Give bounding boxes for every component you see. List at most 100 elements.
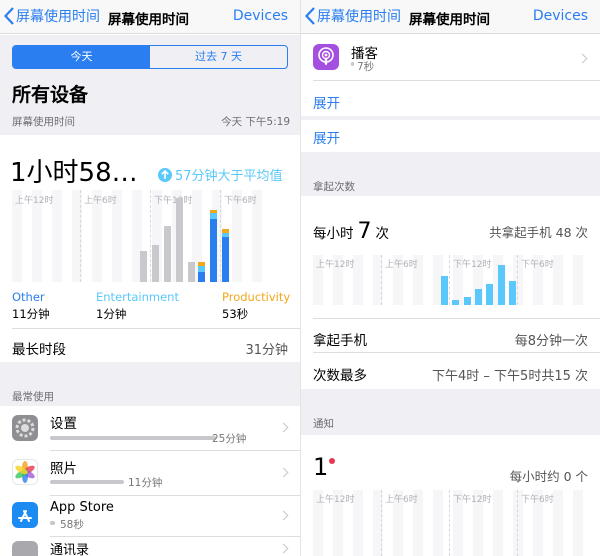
back-label: 屏幕使用时间 — [317, 9, 401, 25]
app-row-podcasts[interactable]: 播客 7秒 — [301, 38, 600, 80]
app-time: 58秒 — [60, 519, 84, 531]
pickup-bar — [464, 297, 471, 305]
usage-bar-segment — [222, 237, 229, 282]
total-time: 1小时58… — [10, 158, 138, 188]
pickup-frequency-label: 拿起手机 — [313, 333, 367, 349]
expand-button[interactable]: 展开 — [313, 127, 340, 147]
pickup-bar — [441, 275, 448, 305]
most-pickups-value: 下午4时 – 下午5时共15 次 — [432, 369, 588, 384]
usage-bar — [50, 521, 55, 525]
right-screen: 屏幕使用时间 屏幕使用时间 Devices 播客 7秒 展开 展开 拿起次数 每… — [300, 0, 600, 556]
category-name: Other — [12, 290, 45, 304]
usage-bar-segment — [210, 218, 217, 282]
podcasts-icon — [313, 44, 339, 70]
usage-bar-segment — [198, 261, 205, 266]
pickups-chart — [313, 255, 589, 305]
usage-bar — [351, 62, 354, 66]
devices-button[interactable]: Devices — [533, 8, 588, 24]
nav-title: 屏幕使用时间 — [409, 12, 490, 28]
page-title: 所有设备 — [12, 84, 89, 106]
photos-icon — [12, 459, 38, 485]
app-time: 7秒 — [357, 61, 375, 73]
app-row-settings[interactable]: 设置 25分钟 — [0, 406, 300, 450]
most-pickups-label: 次数最多 — [313, 368, 367, 384]
notifications-per-hour: 每小时约 0 个 — [509, 469, 588, 484]
chevron-left-icon — [4, 7, 14, 25]
app-store-icon — [12, 502, 38, 528]
category-value: 1分钟 — [96, 307, 127, 321]
usage-bar-segment — [198, 271, 205, 282]
category-value: 53秒 — [222, 307, 249, 321]
left-screen: 屏幕使用时间 屏幕使用时间 Devices 今天 过去 7 天 所有设备 屏幕使… — [0, 0, 300, 556]
per-hour-unit: 次 — [375, 226, 390, 242]
nav-bar: 屏幕使用时间 屏幕使用时间 Devices — [0, 0, 300, 34]
chart-gridline — [381, 490, 382, 556]
usage-bar-segment — [222, 228, 229, 233]
divider — [313, 352, 600, 353]
tick-label: 上午12时 — [316, 495, 355, 505]
usage-bar-segment — [222, 232, 229, 238]
category-name: Productivity — [222, 290, 291, 304]
total-pickups: 共拿起手机 48 次 — [489, 225, 588, 240]
app-row-contacts[interactable]: 通讯录 — [0, 537, 300, 556]
usage-bar — [50, 480, 124, 484]
delta-text: 57分钟大于平均值 — [175, 169, 283, 184]
divider — [313, 80, 600, 81]
tick-label: 上午6时 — [385, 495, 418, 505]
back-button[interactable]: 屏幕使用时间 — [4, 6, 100, 26]
app-time: 11分钟 — [128, 477, 163, 489]
tab-last-7-days[interactable]: 过去 7 天 — [150, 46, 287, 68]
category-productivity: Productivity 53秒 — [222, 290, 290, 322]
per-hour-prefix: 每小时 — [313, 226, 354, 242]
usage-bar-segment — [164, 225, 171, 282]
devices-button[interactable]: Devices — [233, 8, 288, 24]
back-button[interactable]: 屏幕使用时间 — [305, 6, 401, 26]
chevron-right-icon — [577, 53, 588, 64]
longest-session-value: 31分钟 — [245, 343, 288, 358]
nav-bar: 屏幕使用时间 屏幕使用时间 Devices — [301, 0, 600, 34]
contacts-icon — [12, 541, 38, 556]
pickup-bar — [498, 265, 505, 305]
notifications-header: 通知 — [313, 418, 334, 430]
period-segmented-control[interactable]: 今天 过去 7 天 — [12, 45, 288, 69]
pickups-per-hour: 每小时 7 次 — [313, 219, 389, 244]
back-label: 屏幕使用时间 — [16, 9, 100, 25]
pickup-bar — [475, 289, 482, 305]
nav-title: 屏幕使用时间 — [108, 12, 189, 28]
app-name: 设置 — [50, 416, 77, 432]
usage-chart — [12, 190, 264, 282]
pickup-bar — [509, 281, 516, 305]
pickups-header: 拿起次数 — [313, 181, 355, 193]
per-hour-value: 7 — [357, 219, 372, 244]
chart-gridline — [517, 490, 518, 556]
up-arrow-icon — [158, 167, 172, 182]
notification-dot — [329, 458, 335, 464]
app-name: App Store — [50, 500, 114, 515]
chevron-right-icon — [278, 467, 289, 478]
tab-today[interactable]: 今天 — [13, 46, 150, 68]
app-name: 照片 — [50, 461, 77, 477]
settings-icon — [12, 415, 38, 441]
notification-count: 1 — [313, 453, 329, 481]
chevron-right-icon — [278, 422, 289, 433]
app-row-photos[interactable]: 照片 11分钟 — [0, 451, 300, 495]
usage-bar-segment — [140, 251, 147, 282]
category-entertainment: Entertainment 1分钟 — [96, 290, 179, 322]
timestamp: 今天 下午5:19 — [221, 116, 290, 128]
chevron-right-icon — [278, 543, 289, 554]
usage-bar-segment — [198, 265, 205, 272]
pickup-bar — [486, 283, 493, 305]
tick-label: 下午6时 — [521, 495, 554, 505]
delta-badge: 57分钟大于平均值 — [158, 165, 283, 184]
usage-bar-segment — [210, 212, 217, 219]
app-time: 25分钟 — [212, 433, 247, 445]
app-row-app-store[interactable]: App Store 58秒 — [0, 496, 300, 536]
app-name: 通讯录 — [50, 543, 90, 556]
usage-bar-segment — [152, 245, 159, 282]
longest-session-label: 最长时段 — [12, 342, 66, 358]
chevron-right-icon — [278, 510, 289, 521]
section-gap — [301, 389, 600, 435]
section-gap — [301, 116, 600, 120]
expand-button[interactable]: 展开 — [313, 92, 340, 112]
chart-gridline — [449, 490, 450, 556]
